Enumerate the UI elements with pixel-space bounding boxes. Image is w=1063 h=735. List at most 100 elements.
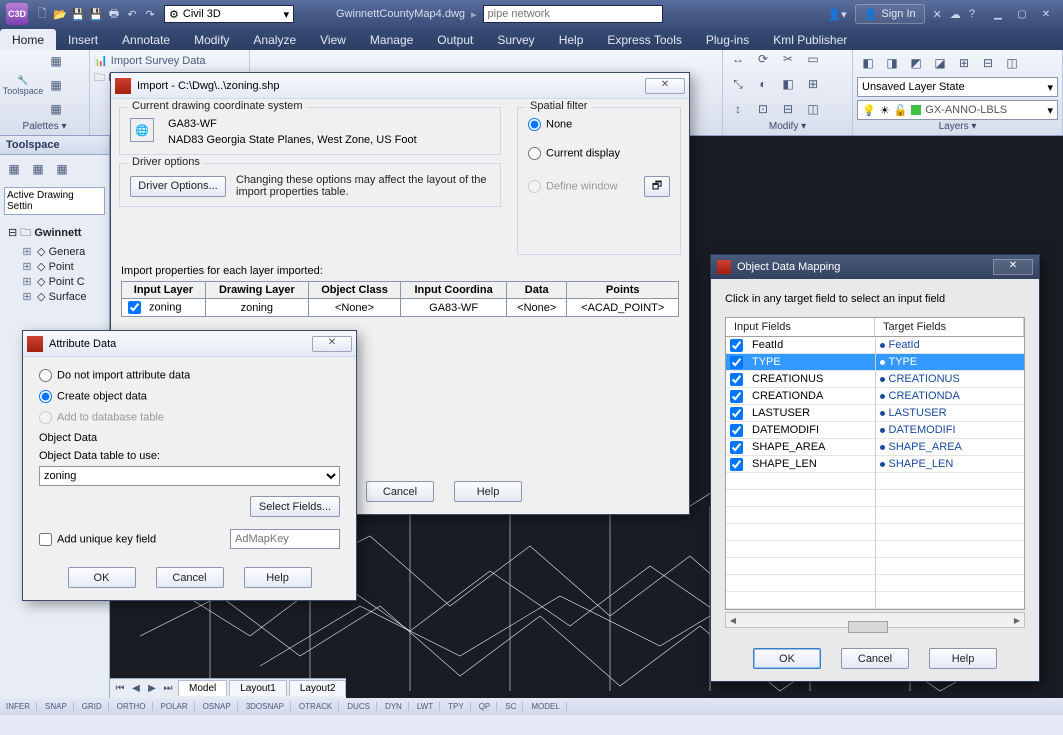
status-toggle[interactable]: MODEL xyxy=(531,702,566,711)
model-tab[interactable]: Layout2 xyxy=(289,680,347,696)
close-icon[interactable]: ✕ xyxy=(645,78,685,94)
qat-save-icon[interactable]: 💾 xyxy=(70,6,86,22)
h-scrollbar[interactable]: ◀ ▶ xyxy=(725,612,1025,628)
layer-icon[interactable]: ◧ xyxy=(857,52,879,74)
spatial-none-radio[interactable]: None xyxy=(528,118,670,131)
status-toggle[interactable]: TPY xyxy=(448,702,471,711)
modify-icon[interactable]: ▭ xyxy=(802,48,824,70)
tab-help[interactable]: Help xyxy=(547,29,596,50)
globe-icon[interactable]: 🌐 xyxy=(130,118,154,142)
table-cell[interactable]: <None> xyxy=(506,299,566,317)
mapping-row[interactable]: SHAPE_LENSHAPE_LEN xyxy=(726,456,1024,473)
pick-window-button[interactable]: 🗗 xyxy=(644,176,670,197)
mapping-row[interactable]: CREATIONUSCREATIONUS xyxy=(726,371,1024,388)
mapping-row[interactable]: SHAPE_AREASHAPE_AREA xyxy=(726,439,1024,456)
tab-output[interactable]: Output xyxy=(425,29,485,50)
modify-icon[interactable]: ⟳ xyxy=(752,48,774,70)
tab-prev-icon[interactable]: ◀ xyxy=(128,683,144,694)
tab-express-tools[interactable]: Express Tools xyxy=(595,29,693,50)
model-tab[interactable]: Layout1 xyxy=(229,680,287,696)
unique-key-checkbox[interactable]: Add unique key field xyxy=(39,533,218,546)
minimize-icon[interactable]: ▁ xyxy=(987,6,1009,22)
mapping-row[interactable]: FeatIdFeatId xyxy=(726,337,1024,354)
palette-icon[interactable]: ▦ xyxy=(45,98,67,120)
column-header[interactable]: Data xyxy=(506,282,566,299)
mapping-row[interactable]: DATEMODIFIDATEMODIFI xyxy=(726,422,1024,439)
ok-button[interactable]: OK xyxy=(68,567,136,588)
status-toggle[interactable]: DYN xyxy=(385,702,409,711)
mapping-row[interactable]: LASTUSERLASTUSER xyxy=(726,405,1024,422)
modify-icon[interactable]: ⊞ xyxy=(802,73,824,95)
layer-icon[interactable]: ◪ xyxy=(929,52,951,74)
panel-title[interactable]: Palettes ▾ xyxy=(4,120,85,133)
tab-last-icon[interactable]: ⏭ xyxy=(160,683,176,694)
ok-button[interactable]: OK xyxy=(753,648,821,669)
table-cell[interactable]: <None> xyxy=(308,299,400,317)
tree-root[interactable]: ⊟ 🗀 Gwinnett xyxy=(4,223,105,244)
modify-icon[interactable]: ⊟ xyxy=(777,98,799,120)
mapping-row[interactable]: TYPETYPE xyxy=(726,354,1024,371)
spatial-define-radio[interactable]: Define window xyxy=(528,180,618,193)
status-toggle[interactable]: DUCS xyxy=(347,702,377,711)
tab-insert[interactable]: Insert xyxy=(56,29,110,50)
tab-manage[interactable]: Manage xyxy=(358,29,425,50)
status-toggle[interactable]: GRID xyxy=(82,702,109,711)
select-fields-button[interactable]: Select Fields... xyxy=(250,496,340,517)
toolspace-icon[interactable]: ▦ xyxy=(27,158,49,180)
panel-title[interactable]: Layers ▾ xyxy=(857,120,1058,133)
status-toggle[interactable]: QP xyxy=(479,702,498,711)
column-header[interactable]: Drawing Layer xyxy=(205,282,308,299)
qat-redo-icon[interactable]: ↷ xyxy=(142,6,158,22)
scroll-left-icon[interactable]: ◀ xyxy=(726,616,740,625)
status-toggle[interactable]: OSNAP xyxy=(203,702,238,711)
status-toggle[interactable]: LWT xyxy=(417,702,440,711)
toolspace-view-dropdown[interactable]: Active Drawing Settin xyxy=(4,187,105,215)
tree-node[interactable]: ⊞ ◇ Point xyxy=(4,259,105,274)
tab-view[interactable]: View xyxy=(308,29,358,50)
status-toggle[interactable]: 3DOSNAP xyxy=(246,702,291,711)
maximize-icon[interactable]: ▢ xyxy=(1011,6,1033,22)
fields-table[interactable]: Input Fields Target Fields FeatIdFeatIdT… xyxy=(725,317,1025,610)
layer-icon[interactable]: ◫ xyxy=(1001,52,1023,74)
cancel-button[interactable]: Cancel xyxy=(366,481,434,502)
column-header[interactable]: Points xyxy=(567,282,679,299)
status-toggle[interactable]: INFER xyxy=(6,702,37,711)
qat-undo-icon[interactable]: ↶ xyxy=(124,6,140,22)
column-header[interactable]: Object Class xyxy=(308,282,400,299)
scroll-thumb[interactable] xyxy=(848,621,888,633)
modify-icon[interactable]: ↕ xyxy=(727,98,749,120)
tab-analyze[interactable]: Analyze xyxy=(241,29,308,50)
app-menu-icon[interactable]: C3D xyxy=(6,3,28,25)
modify-icon[interactable]: ◧ xyxy=(777,73,799,95)
palette-icon[interactable]: ▦ xyxy=(45,50,67,72)
mapping-title-bar[interactable]: Object Data Mapping ✕ xyxy=(711,255,1039,279)
tab-modify[interactable]: Modify xyxy=(182,29,241,50)
toolspace-icon[interactable]: ▦ xyxy=(51,158,73,180)
object-data-table-select[interactable]: zoning xyxy=(39,466,340,486)
model-tab[interactable]: Model xyxy=(178,680,227,696)
exchange-icon[interactable]: ✕ xyxy=(933,8,942,21)
tree-node[interactable]: ⊞ ◇ Genera xyxy=(4,244,105,259)
status-toggle[interactable]: SNAP xyxy=(45,702,74,711)
toolspace-tree[interactable]: ⊟ 🗀 Gwinnett ⊞ ◇ Genera⊞ ◇ Point⊞ ◇ Poin… xyxy=(0,219,109,308)
workspace-selector[interactable]: ⚙ Civil 3D ▾ xyxy=(164,5,294,23)
layer-icon[interactable]: ◩ xyxy=(905,52,927,74)
toolspace-icon[interactable]: ▦ xyxy=(3,158,25,180)
tree-node[interactable]: ⊞ ◇ Point C xyxy=(4,274,105,289)
attr-title-bar[interactable]: Attribute Data ✕ xyxy=(23,331,356,357)
layer-icon[interactable]: ⊟ xyxy=(977,52,999,74)
sign-in-button[interactable]: 👤 Sign In xyxy=(855,4,925,24)
toolspace-button[interactable]: 🔧Toolspace xyxy=(4,57,42,113)
tree-node[interactable]: ⊞ ◇ Surface xyxy=(4,289,105,304)
modify-icon[interactable]: ◐ xyxy=(752,73,774,95)
modify-icon[interactable]: ✂ xyxy=(777,48,799,70)
layer-state-dropdown[interactable]: Unsaved Layer State▾ xyxy=(857,77,1058,97)
status-toggle[interactable]: SC xyxy=(505,702,523,711)
close-icon[interactable]: ✕ xyxy=(1035,6,1057,22)
column-header[interactable]: Input Coordina xyxy=(401,282,507,299)
tab-next-icon[interactable]: ▶ xyxy=(144,683,160,694)
qat-new-icon[interactable]: 🗋 xyxy=(34,6,50,22)
cancel-button[interactable]: Cancel xyxy=(841,648,909,669)
status-toggle[interactable]: OTRACK xyxy=(299,702,339,711)
modify-icon[interactable]: ◫ xyxy=(802,98,824,120)
